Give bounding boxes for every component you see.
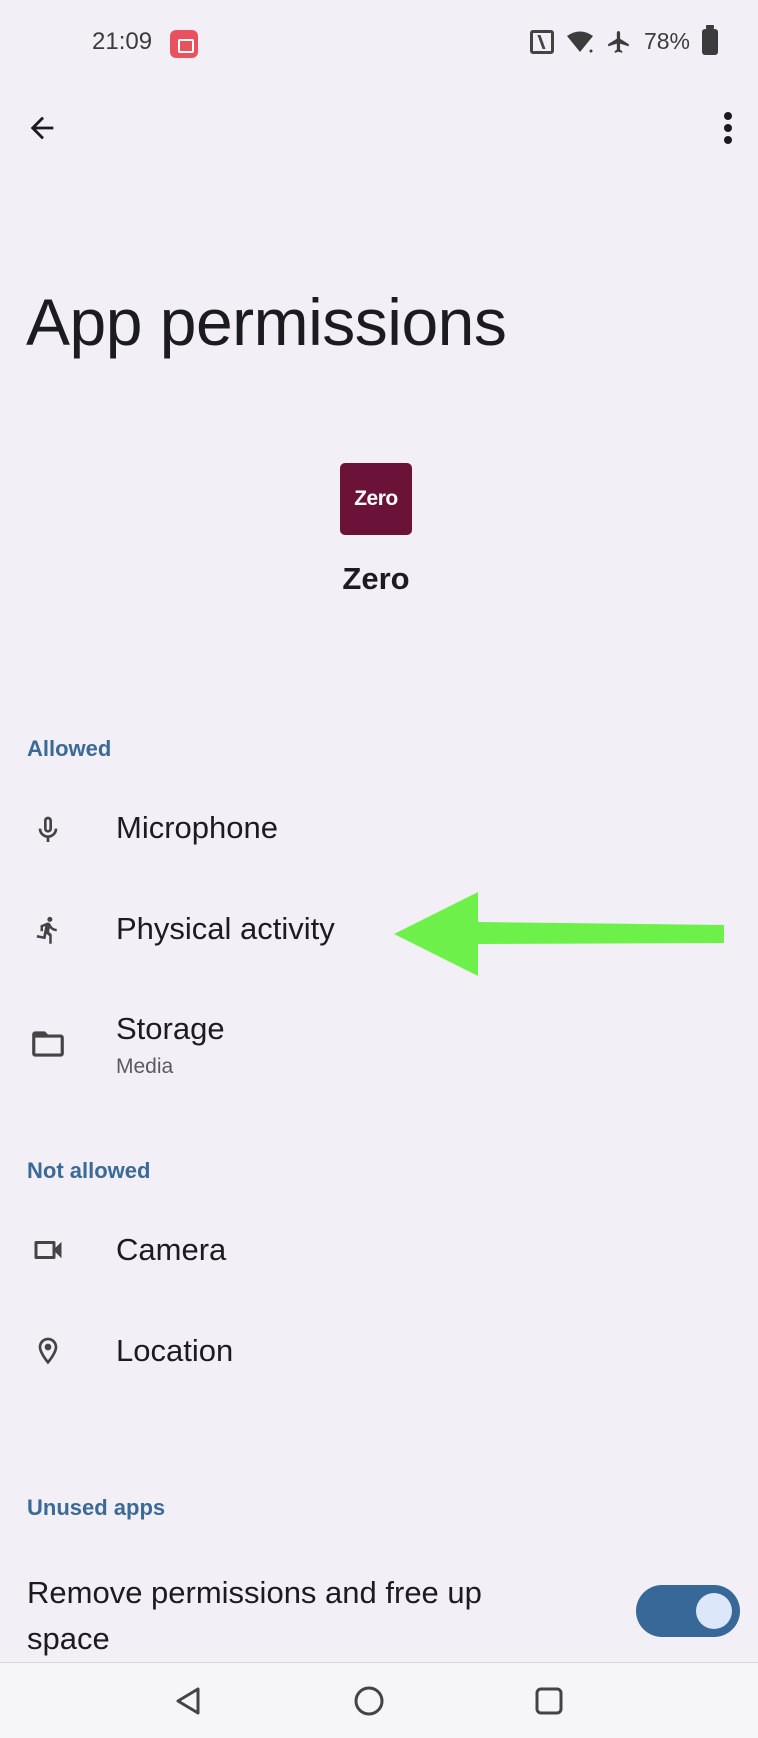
videocam-icon xyxy=(28,1230,68,1270)
permission-sublabel: Media xyxy=(116,1055,174,1078)
remove-permissions-toggle-row[interactable]: Remove permissions and free up space xyxy=(0,1560,758,1670)
folder-icon xyxy=(28,1024,68,1064)
back-button[interactable] xyxy=(14,100,70,156)
permission-label: Location xyxy=(116,1333,234,1368)
arrow-back-icon xyxy=(30,116,54,140)
more-vert-icon xyxy=(724,112,732,144)
nav-home-icon xyxy=(354,1686,384,1716)
screen-record-icon xyxy=(170,30,198,58)
permission-item-storage[interactable]: Storage Media xyxy=(0,1004,758,1094)
nav-home-button[interactable] xyxy=(347,1679,391,1723)
permission-label: Camera xyxy=(116,1232,227,1267)
permission-item-microphone[interactable]: Microphone xyxy=(0,785,758,875)
more-options-button[interactable] xyxy=(708,100,748,156)
location-pin-icon xyxy=(28,1331,68,1371)
toggle-thumb xyxy=(696,1593,732,1629)
nav-back-button[interactable] xyxy=(166,1679,210,1723)
nav-back-icon xyxy=(176,1687,200,1715)
section-header-allowed: Allowed xyxy=(27,736,112,761)
permission-item-location[interactable]: Location xyxy=(0,1308,758,1398)
section-header-unused-apps: Unused apps xyxy=(27,1495,166,1520)
status-bar: 21:09 78% xyxy=(0,0,758,90)
permission-label: Storage xyxy=(116,1011,225,1046)
permission-label: Physical activity xyxy=(116,911,335,946)
annotation-arrow-icon xyxy=(394,892,724,976)
app-icon: Zero xyxy=(340,463,412,535)
page-title: App permissions xyxy=(26,285,507,359)
wifi-icon xyxy=(566,30,594,54)
navigation-bar xyxy=(0,1662,758,1738)
nav-recents-icon xyxy=(535,1687,563,1715)
status-icons: 78% xyxy=(529,24,718,55)
battery-icon xyxy=(702,24,718,55)
battery-percent: 78% xyxy=(643,28,690,54)
app-name: Zero xyxy=(342,561,410,596)
section-header-not-allowed: Not allowed xyxy=(27,1158,151,1183)
running-person-icon xyxy=(28,910,68,950)
permission-item-camera[interactable]: Camera xyxy=(0,1206,758,1296)
airplane-icon xyxy=(606,29,632,55)
microphone-icon xyxy=(28,810,68,850)
remove-permissions-toggle[interactable] xyxy=(636,1585,740,1637)
nfc-icon xyxy=(529,29,554,54)
permission-label: Microphone xyxy=(116,810,278,845)
status-time: 21:09 xyxy=(92,28,153,55)
app-icon-text: Zero xyxy=(354,487,398,510)
nav-recents-button[interactable] xyxy=(527,1679,571,1723)
toggle-label: Remove permissions and free up space xyxy=(27,1575,482,1656)
